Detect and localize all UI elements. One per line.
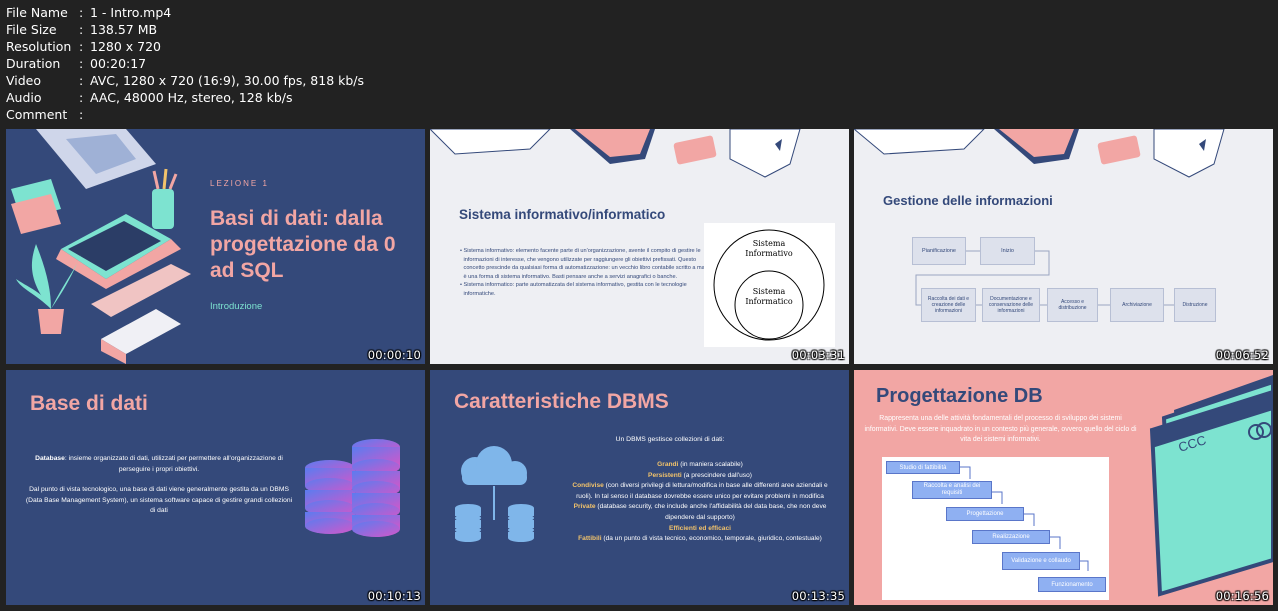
outer-set-label: Sistema Informativo [745, 239, 793, 258]
cloud-database-icon [455, 446, 534, 542]
file-info-key: Comment [6, 107, 68, 122]
file-info-key: Resolution [6, 39, 72, 54]
slide-title: Sistema informativo/informatico [459, 207, 666, 222]
waterfall-step: Progettazione [946, 507, 1024, 521]
file-info-row: Resolution:1280 x 720 [6, 39, 162, 54]
thumbnail-5[interactable]: Caratteristiche DBMS Un DBMS gestisce co… [430, 370, 849, 605]
waterfall-step: Realizzazione [972, 530, 1050, 544]
file-info-row: File Size:138.57 MB [6, 22, 158, 37]
process-box: Distruzione [1174, 288, 1216, 322]
file-info-value: 1 - Intro.mp4 [90, 5, 172, 20]
lesson-label: LEZIONE 1 [210, 179, 269, 188]
file-info-value: AAC, 48000 Hz, stereo, 128 kb/s [90, 90, 293, 105]
timestamp: 00:10:13 [367, 589, 421, 603]
file-info-value: AVC, 1280 x 720 (16:9), 30.00 fps, 818 k… [90, 73, 365, 88]
file-info-value: 138.57 MB [90, 22, 158, 37]
bullet-item: • Sistema informatico: parte automatizza… [460, 282, 687, 297]
thumbnail-4[interactable]: Base di dati Database: insieme organizza… [6, 370, 425, 605]
waterfall-step: Studio di fattibilità [886, 461, 960, 474]
file-info-row: Audio: AAC, 48000 Hz, stereo, 128 kb/s [6, 90, 293, 105]
thumbnail-1[interactable]: LEZIONE 1 Basi di dati: dalla progettazi… [6, 129, 425, 364]
timestamp: 00:00:10 [367, 348, 421, 362]
inner-set-label: Sistema Informatico [745, 287, 793, 306]
slide-title: Progettazione DB [876, 385, 1043, 407]
set-diagram: Sistema Informativo Sistema Informatico [704, 223, 835, 347]
slide-body: • Sistema informativo: elemento facente … [460, 247, 715, 298]
slide-title: Basi di dati: dalla progettazione da 0 a… [210, 207, 396, 282]
process-box: Accesso e distribuzione [1047, 288, 1098, 322]
process-box: Raccolta dei dati e creazione delle info… [921, 288, 976, 322]
file-info-key: Duration [6, 56, 61, 71]
thumbnail-6[interactable]: CCC Progettazione DB Rappresenta una del… [854, 370, 1273, 605]
slide-subtitle: Introduzione [210, 301, 263, 312]
slide-title: Gestione delle informazioni [883, 193, 1053, 208]
waterfall-diagram: Studio di fattibilità Raccolta e analisi… [882, 457, 1109, 600]
thumbnail-2[interactable]: Sistema informativo/informatico • Sistem… [430, 129, 849, 364]
file-info-key: File Size [6, 22, 57, 37]
timestamp: 00:16:56 [1215, 589, 1269, 603]
process-box: Archiviazione [1110, 288, 1164, 322]
waterfall-step: Funzionamento [1038, 577, 1106, 592]
file-info-value: 1280 x 720 [90, 39, 162, 54]
file-info-row: Comment: [6, 107, 84, 122]
slide-body: Rappresenta una delle attività fondament… [864, 415, 1137, 444]
file-info-panel: File Name:1 - Intro.mp4 File Size:138.57… [6, 4, 364, 123]
process-box: Documentazione e conservazione delle inf… [982, 288, 1040, 322]
file-info-row: Video: AVC, 1280 x 720 (16:9), 30.00 fps,… [6, 73, 365, 88]
bullet-item: • Sistema informativo: elemento facente … [460, 248, 712, 280]
file-info-key: File Name [6, 5, 68, 20]
file-info-key: Audio [6, 90, 42, 105]
process-box: Inizio [980, 237, 1035, 265]
file-info-row: Duration:00:20:17 [6, 56, 147, 71]
file-info-row: File Name:1 - Intro.mp4 [6, 5, 172, 20]
file-info-value: 00:20:17 [90, 56, 147, 71]
process-box: Pianificazione [912, 237, 966, 265]
waterfall-step: Validazione e collaudo [1002, 552, 1080, 570]
timestamp: 00:06:52 [1215, 348, 1269, 362]
timestamp: 00:03:31 [791, 348, 845, 362]
timestamp: 00:13:35 [791, 589, 845, 603]
file-info-key: Video [6, 73, 42, 88]
waterfall-step: Raccolta e analisi dei requisiti [912, 481, 992, 499]
database-icon [305, 439, 400, 537]
thumbnail-3[interactable]: Gestione delle informazioni Pianificazio… [854, 129, 1273, 364]
